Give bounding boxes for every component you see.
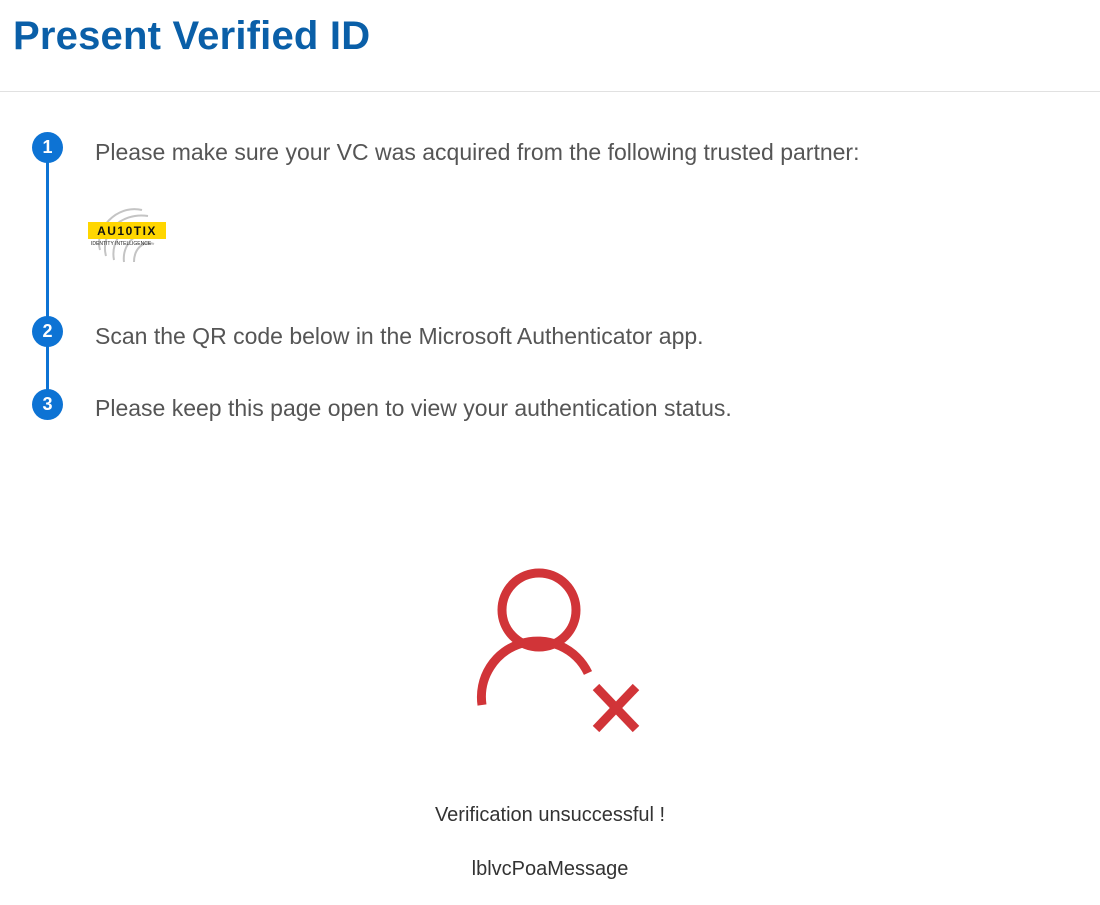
status-detail: lblvcPoaMessage xyxy=(471,858,629,880)
page-title: Present Verified ID xyxy=(13,14,371,58)
step-1-text: Please make sure your VC was acquired fr… xyxy=(95,139,860,165)
step-3-badge: 3 xyxy=(32,389,63,420)
partner-logo-name: AU10TIX xyxy=(97,224,157,238)
step-1-badge: 1 xyxy=(32,132,63,163)
steps-connector-line xyxy=(46,150,49,405)
au10tix-logo-icon: AU10TIX IDENTITY INTELLIGENCE xyxy=(88,208,166,263)
step-3-text: Please keep this page open to view your … xyxy=(95,395,732,421)
step-2-text: Scan the QR code below in the Microsoft … xyxy=(95,323,704,349)
page: Present Verified ID 1 Please make sure y… xyxy=(0,0,1100,905)
user-x-icon xyxy=(470,565,650,745)
step-2-badge: 2 xyxy=(32,316,63,347)
page-header: Present Verified ID xyxy=(0,0,1100,92)
status-message: Verification unsuccessful ! xyxy=(434,804,666,826)
partner-logo: AU10TIX IDENTITY INTELLIGENCE xyxy=(86,200,168,264)
partner-logo-tagline: IDENTITY INTELLIGENCE xyxy=(91,241,152,247)
